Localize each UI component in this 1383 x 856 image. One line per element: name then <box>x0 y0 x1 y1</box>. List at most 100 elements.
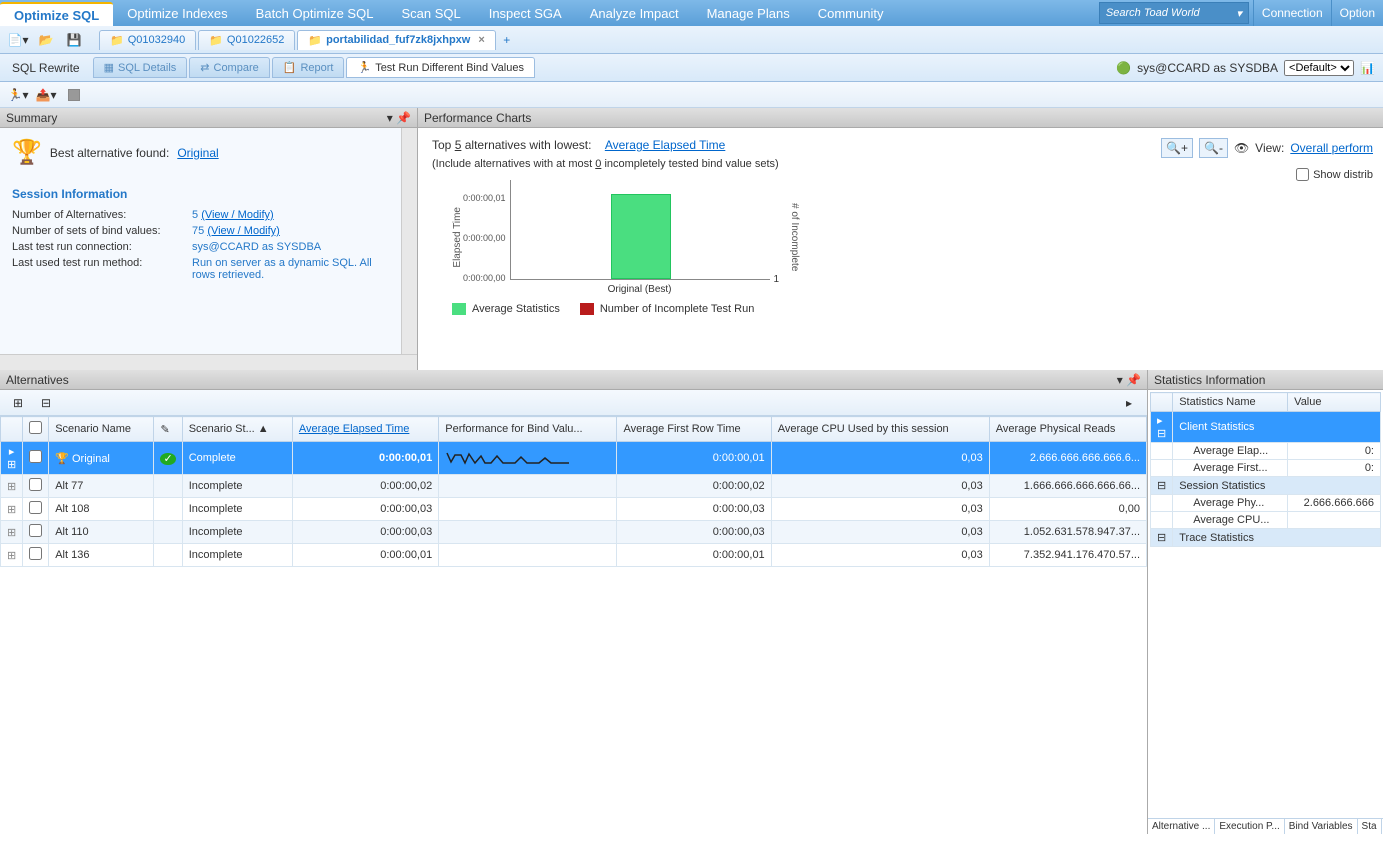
tab-statistics[interactable]: Sta <box>1358 819 1382 834</box>
view-modify-link[interactable]: (View / Modify) <box>201 209 274 221</box>
tab-bind-variables[interactable]: Bind Variables <box>1285 819 1358 834</box>
connection-link[interactable]: Connection <box>1253 0 1331 26</box>
view-link[interactable]: Overall perform <box>1290 141 1373 155</box>
expand-all-button[interactable]: ⊞ <box>6 392 30 414</box>
new-button[interactable]: 📄▾ <box>6 29 30 51</box>
report-icon: 📋 <box>283 61 297 74</box>
stats-group-row[interactable]: ⊟Trace Statistics <box>1151 529 1381 547</box>
col-cpu[interactable]: Average CPU Used by this session <box>771 417 989 442</box>
nav-inspect-sga[interactable]: Inspect SGA <box>475 0 576 26</box>
nav-manage-plans[interactable]: Manage Plans <box>693 0 804 26</box>
alternatives-header: Alternatives ▾ 📌 <box>0 370 1147 390</box>
subtab-test-run[interactable]: 🏃Test Run Different Bind Values <box>346 57 535 78</box>
col-scenario-status[interactable]: Scenario St... ▲ <box>182 417 292 442</box>
table-row[interactable]: ⊞ Alt 136 Incomplete 0:00:00,01 0:00:00,… <box>1 544 1147 567</box>
close-icon[interactable]: × <box>478 34 484 46</box>
subtab-report[interactable]: 📋Report <box>272 57 345 78</box>
search-dropdown-icon[interactable]: ▾ <box>1236 7 1242 20</box>
nav-optimize-sql[interactable]: Optimize SQL <box>0 2 113 26</box>
stats-row[interactable]: Average Elap...0: <box>1151 443 1381 460</box>
col-performance[interactable]: Performance for Bind Valu... <box>439 417 617 442</box>
check-icon: ✓ <box>160 453 175 465</box>
statistics-tabs: Alternative ... Execution P... Bind Vari… <box>1148 818 1383 834</box>
stats-group-row[interactable]: ⊟Session Statistics <box>1151 477 1381 495</box>
doc-tab-2[interactable]: 📁 Q01022652 <box>198 30 295 50</box>
export-button[interactable]: 📤▾ <box>34 84 58 106</box>
tab-alternative[interactable]: Alternative ... <box>1148 819 1215 834</box>
best-alternative-link[interactable]: Original <box>177 146 218 160</box>
scrollbar-vertical[interactable] <box>401 128 417 354</box>
statistics-header: Statistics Information <box>1148 370 1383 390</box>
row-checkbox[interactable] <box>29 450 42 463</box>
tab-execution-plan[interactable]: Execution P... <box>1215 819 1284 834</box>
best-alternative-label: Best alternative found: <box>50 146 169 160</box>
stats-row[interactable]: Average Phy...2.666.666.666 <box>1151 495 1381 512</box>
trophy-icon: 🏆 <box>12 138 42 167</box>
row-checkbox[interactable] <box>29 501 42 514</box>
stats-row[interactable]: Average CPU... <box>1151 512 1381 529</box>
zoom-in-icon[interactable]: 🔍+ <box>1161 138 1193 158</box>
charts-header: Performance Charts <box>418 108 1383 128</box>
table-row[interactable]: ⊞ Alt 110 Incomplete 0:00:00,03 0:00:00,… <box>1 521 1147 544</box>
db-icon: 🟢 <box>1116 61 1131 75</box>
search-input[interactable]: Search Toad World▾ <box>1099 2 1249 24</box>
stats-row[interactable]: Average First...0: <box>1151 460 1381 477</box>
table-row[interactable]: ⊞ Alt 108 Incomplete 0:00:00,03 0:00:00,… <box>1 498 1147 521</box>
details-icon: ▦ <box>104 61 114 74</box>
connection-select[interactable]: <Default> <box>1284 60 1354 76</box>
add-tab-button[interactable]: + <box>497 33 517 47</box>
select-all-checkbox[interactable] <box>29 421 42 434</box>
table-row[interactable]: ▸ ⊞ 🏆 Original ✓ Complete 0:00:00,01 0:0… <box>1 442 1147 475</box>
summary-header: Summary ▾ 📌 <box>0 108 417 128</box>
subtab-compare[interactable]: ⇄Compare <box>189 57 269 78</box>
stop-button[interactable] <box>62 84 86 106</box>
metric-link[interactable]: Average Elapsed Time <box>605 138 726 152</box>
nav-analyze-impact[interactable]: Analyze Impact <box>576 0 693 26</box>
table-row[interactable]: ⊞ Alt 77 Incomplete 0:00:00,02 0:00:00,0… <box>1 475 1147 498</box>
save-button[interactable]: 💾 <box>62 29 86 51</box>
sql-rewrite-label[interactable]: SQL Rewrite <box>0 57 92 79</box>
session-info-title: Session Information <box>12 187 405 201</box>
stats-group-row[interactable]: ▸ ⊟Client Statistics <box>1151 412 1381 443</box>
options-link[interactable]: Option <box>1331 0 1383 26</box>
more-button[interactable]: ▸ <box>1117 392 1141 414</box>
statistics-grid: Statistics Name Value ▸ ⊟Client Statisti… <box>1150 392 1381 547</box>
nav-batch-optimize[interactable]: Batch Optimize SQL <box>242 0 388 26</box>
folder-icon: 📁 <box>110 34 124 47</box>
row-checkbox[interactable] <box>29 524 42 537</box>
legend-swatch-green <box>452 303 466 315</box>
show-distrib-checkbox[interactable] <box>1296 168 1309 181</box>
col-first-row[interactable]: Average First Row Time <box>617 417 771 442</box>
doc-tab-1[interactable]: 📁 Q01032940 <box>99 30 196 50</box>
chart-icon[interactable]: 📊 <box>1360 61 1375 75</box>
toolbar: 📄▾ 📂 💾 📁 Q01032940 📁 Q01022652 📁 portabi… <box>0 26 1383 54</box>
top-nav: Optimize SQL Optimize Indexes Batch Opti… <box>0 0 1383 26</box>
sub-nav: SQL Rewrite ▦SQL Details ⇄Compare 📋Repor… <box>0 54 1383 82</box>
dropdown-icon[interactable]: ▾ 📌 <box>1117 373 1141 387</box>
connection-text: sys@CCARD as SYSDBA <box>1137 61 1278 75</box>
include-n-input[interactable]: 0 <box>595 158 601 170</box>
nav-optimize-indexes[interactable]: Optimize Indexes <box>113 0 241 26</box>
scrollbar-horizontal[interactable] <box>0 354 417 370</box>
row-checkbox[interactable] <box>29 478 42 491</box>
dropdown-icon[interactable]: ▾ 📌 <box>387 111 411 125</box>
row-checkbox[interactable] <box>29 547 42 560</box>
col-avg-elapsed[interactable]: Average Elapsed Time <box>292 417 438 442</box>
col-reads[interactable]: Average Physical Reads <box>989 417 1146 442</box>
run-button[interactable]: 🏃▾ <box>6 84 30 106</box>
compare-icon: ⇄ <box>200 61 209 74</box>
view-modify-link[interactable]: (View / Modify) <box>207 225 280 237</box>
zoom-out-icon[interactable]: 🔍- <box>1199 138 1228 158</box>
subtab-sql-details[interactable]: ▦SQL Details <box>93 57 188 78</box>
col-scenario-name[interactable]: Scenario Name <box>49 417 154 442</box>
alternatives-grid: Scenario Name ✎ Scenario St... ▲ Average… <box>0 416 1147 567</box>
nav-community[interactable]: Community <box>804 0 898 26</box>
legend-swatch-red <box>580 303 594 315</box>
top-n-input[interactable]: 5 <box>455 138 462 152</box>
open-button[interactable]: 📂 <box>34 29 58 51</box>
collapse-all-button[interactable]: ⊟ <box>34 392 58 414</box>
performance-chart: Elapsed Time 0:00:00,01 0:00:00,00 0:00:… <box>452 180 1369 295</box>
nav-scan-sql[interactable]: Scan SQL <box>387 0 474 26</box>
doc-tab-3[interactable]: 📁 portabilidad_fuf7zk8jxhpxw × <box>297 30 495 50</box>
run-icon: 🏃 <box>357 61 371 74</box>
